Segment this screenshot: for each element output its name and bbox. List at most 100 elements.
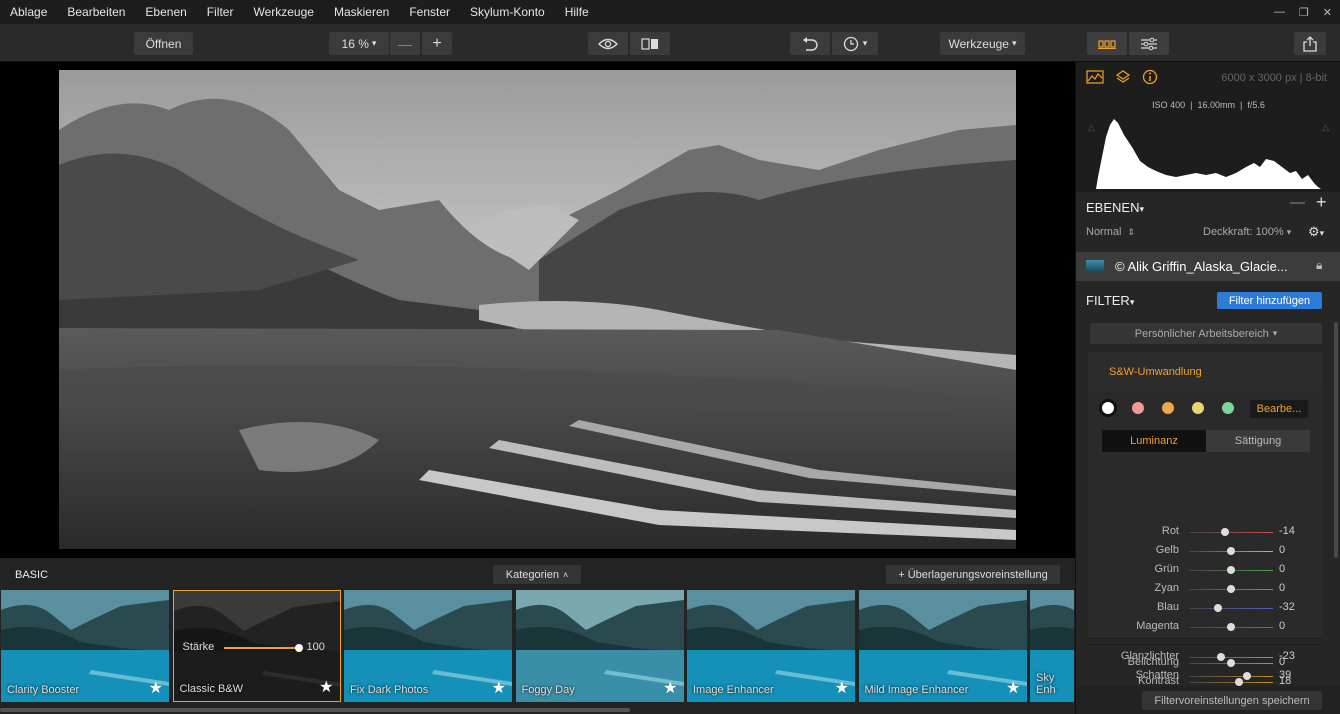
slider-knob[interactable] [1221, 528, 1230, 536]
slider-schatten[interactable]: Schatten 39 [1064, 667, 1329, 686]
slider-knob[interactable] [1217, 653, 1226, 661]
slider-value: 0 [1279, 563, 1286, 575]
layer-row[interactable]: © Alik Griffin_Alaska_Glacie... 🔒︎ [1076, 252, 1340, 281]
menu-ablage[interactable]: Ablage [0, 0, 57, 24]
slider-magenta[interactable]: Magenta 0 [1064, 618, 1329, 637]
menu-bearbeiten[interactable]: Bearbeiten [57, 0, 135, 24]
preset-card[interactable]: Mild Image Enhancer ★ [858, 590, 1027, 702]
slider-value: 0 [1279, 544, 1286, 556]
zoom-dropdown[interactable]: 16 % ▾ [329, 32, 389, 55]
slider-knob[interactable] [1227, 566, 1235, 574]
overlay-preset-button[interactable]: + Überlagerungsvoreinstellung [886, 565, 1060, 584]
slider-knob[interactable] [1243, 672, 1252, 680]
star-icon[interactable]: ★ [319, 677, 333, 697]
opacity-select[interactable]: Deckkraft: 100% ▾ [1203, 226, 1291, 238]
star-icon[interactable]: ★ [149, 678, 163, 698]
presets-view-button[interactable] [1087, 32, 1127, 55]
bit-depth: 8-bit [1305, 72, 1327, 84]
tab-luminanz[interactable]: Luminanz [1102, 430, 1206, 452]
add-layer-icon[interactable]: + [1316, 192, 1327, 213]
zoom-out-button[interactable]: — [390, 32, 420, 55]
strength-slider[interactable] [223, 647, 299, 649]
presets-scrollbar[interactable] [0, 708, 630, 712]
slider-rot[interactable]: Rot -14 [1064, 523, 1329, 542]
gear-icon[interactable]: ⚙▾ [1308, 224, 1324, 240]
star-icon[interactable]: ★ [492, 678, 506, 698]
color-dot-3[interactable] [1192, 402, 1204, 414]
star-icon[interactable]: ★ [1006, 678, 1020, 698]
slider-track[interactable] [1189, 532, 1273, 533]
edit-button[interactable]: Bearbe... [1250, 400, 1308, 418]
menu-ebenen[interactable]: Ebenen [135, 0, 196, 24]
info-icon[interactable] [1142, 69, 1158, 85]
menu-maskieren[interactable]: Maskieren [324, 0, 399, 24]
filter-title-label: FILTER [1086, 293, 1130, 308]
filters-view-button[interactable] [1129, 32, 1169, 55]
color-dot-2[interactable] [1162, 402, 1174, 414]
slider-knob[interactable] [1227, 623, 1235, 631]
strength-knob[interactable] [294, 644, 303, 652]
export-button[interactable] [1294, 32, 1326, 55]
divider [1088, 638, 1322, 639]
color-dot-4[interactable] [1222, 402, 1234, 414]
highlight-clip-icon[interactable]: △ [1322, 122, 1329, 133]
categories-button[interactable]: Kategorien ˄ [493, 565, 581, 584]
lock-icon[interactable]: 🔒︎ [1316, 258, 1322, 273]
slider-value: 0 [1279, 582, 1286, 594]
layers-title[interactable]: EBENEN▾ [1086, 200, 1144, 215]
tools-dropdown[interactable]: Werkzeuge ▾ [940, 32, 1025, 55]
slider-label: Grün [1154, 563, 1179, 575]
slider-knob[interactable] [1227, 547, 1235, 555]
layers-icon[interactable] [1115, 69, 1131, 85]
slider-gelb[interactable]: Gelb 0 [1064, 542, 1329, 561]
save-filter-preset-button[interactable]: Filtervoreinstellungen speichern [1142, 691, 1322, 710]
module-header[interactable]: S&W-Umwandlung [1088, 352, 1322, 390]
slider-knob[interactable] [1227, 585, 1235, 593]
image-canvas[interactable] [0, 62, 1075, 558]
minimize-icon[interactable]: — [1274, 6, 1285, 18]
workspace-dropdown[interactable]: Persönlicher Arbeitsbereich ▾ [1090, 323, 1322, 344]
photo[interactable] [59, 70, 1016, 549]
add-filter-button[interactable]: Filter hinzufügen [1217, 292, 1322, 309]
filters-scrollbar[interactable] [1334, 322, 1338, 558]
slider-zyan[interactable]: Zyan 0 [1064, 580, 1329, 599]
slider-blau[interactable]: Blau -32 [1064, 599, 1329, 618]
restore-icon[interactable]: ❐ [1299, 6, 1309, 19]
preset-category-title: BASIC [15, 569, 49, 581]
histogram-icon[interactable] [1086, 70, 1104, 84]
slider-track[interactable] [1189, 676, 1273, 677]
star-icon[interactable]: ★ [663, 678, 677, 698]
slider-glanzlichter[interactable]: Glanzlichter -23 [1064, 648, 1329, 667]
categories-label: Kategorien [505, 568, 559, 581]
layer-name: © Alik Griffin_Alaska_Glacie... [1115, 259, 1288, 274]
preset-card[interactable]: Stärke 100 Classic B&W ★ [172, 590, 341, 702]
filter-title[interactable]: FILTER▾ [1086, 293, 1134, 308]
blend-mode-select[interactable]: Normal ⇕ [1086, 226, 1135, 238]
shadow-clip-icon[interactable]: △ [1088, 122, 1095, 133]
compare-button[interactable] [630, 32, 670, 55]
tab-saettigung[interactable]: Sättigung [1206, 430, 1310, 452]
open-button[interactable]: Öffnen [134, 32, 193, 55]
slider-knob[interactable] [1213, 604, 1222, 612]
undo-button[interactable] [790, 32, 830, 55]
preset-card[interactable]: Foggy Day ★ [515, 590, 684, 702]
color-dot-0[interactable] [1099, 399, 1117, 417]
menu-hilfe[interactable]: Hilfe [555, 0, 599, 24]
star-icon[interactable]: ★ [835, 678, 849, 698]
slider-track[interactable] [1189, 608, 1273, 609]
preview-button[interactable] [588, 32, 628, 55]
history-dropdown[interactable]: ▾ [832, 32, 878, 55]
menu-skylum-konto[interactable]: Skylum-Konto [460, 0, 555, 24]
menu-filter[interactable]: Filter [197, 0, 244, 24]
zoom-in-button[interactable]: + [422, 32, 452, 55]
slider-track[interactable] [1189, 657, 1273, 658]
preset-card[interactable]: Fix Dark Photos ★ [344, 590, 512, 702]
slider-grün[interactable]: Grün 0 [1064, 561, 1329, 580]
menu-werkzeuge[interactable]: Werkzeuge [243, 0, 323, 24]
menu-fenster[interactable]: Fenster [399, 0, 460, 24]
color-dot-1[interactable] [1132, 402, 1144, 414]
preset-card[interactable]: Image Enhancer ★ [687, 590, 855, 702]
preset-card[interactable]: Clarity Booster ★ [1, 590, 169, 702]
remove-layer-icon[interactable]: — [1290, 194, 1305, 211]
close-icon[interactable]: ✕ [1323, 6, 1332, 19]
